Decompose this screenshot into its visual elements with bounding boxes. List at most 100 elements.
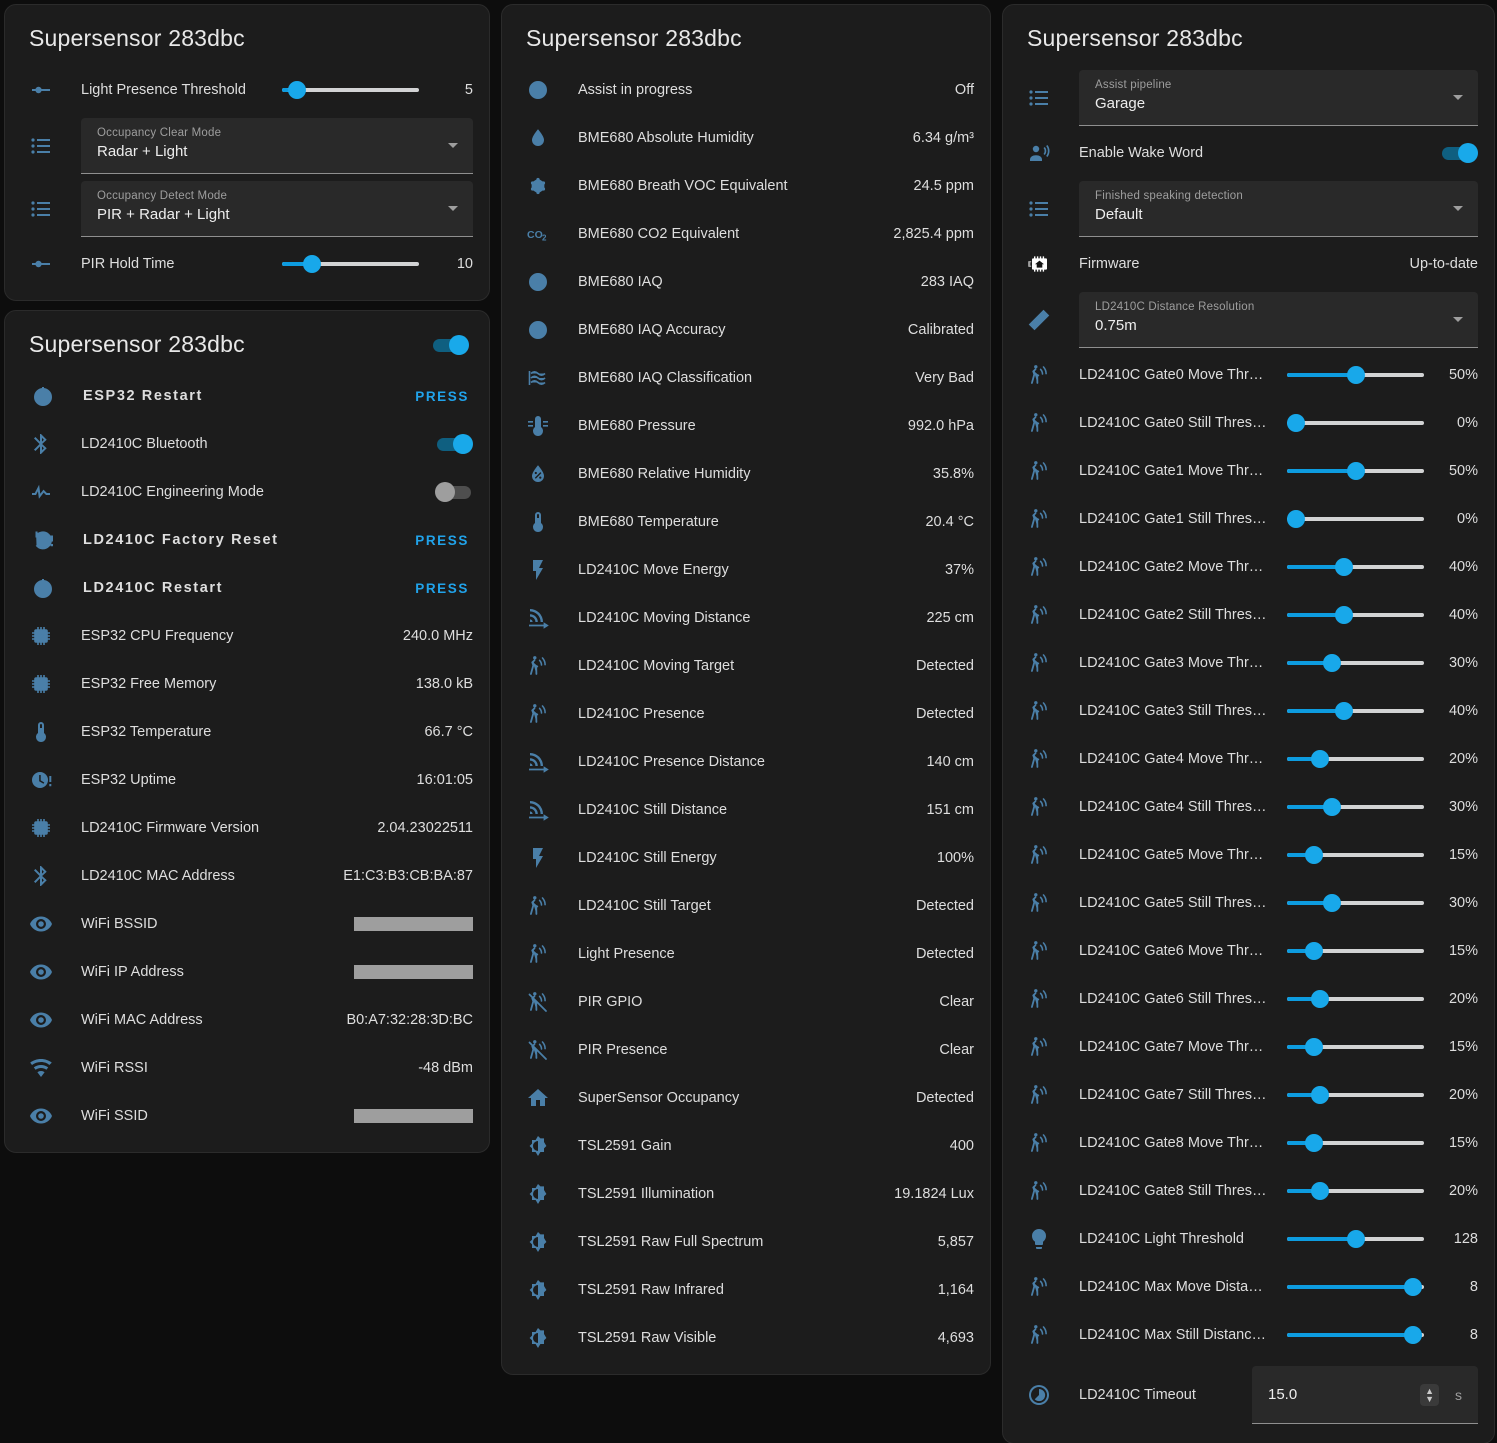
row-occupancy-clear-mode: Occupancy Clear ModeRadar + Light [21, 114, 473, 177]
slider-ld2410c-gate3-still-thres[interactable] [1287, 701, 1424, 721]
row-ld2410c-gate1-still-thres: LD2410C Gate1 Still Thres…0% [1019, 495, 1478, 543]
row-ld2410c-gate2-still-thres: LD2410C Gate2 Still Thres…40% [1019, 591, 1478, 639]
slider-thumb[interactable] [1404, 1326, 1422, 1344]
slider-ld2410c-gate7-still-thres[interactable] [1287, 1085, 1424, 1105]
slider-ld2410c-max-still-distanc[interactable] [1287, 1325, 1424, 1345]
row-label: WiFi IP Address [81, 964, 354, 980]
slider-ld2410c-gate7-move-thr[interactable] [1287, 1037, 1424, 1057]
number-input-ld2410c-timeout[interactable]: 15.0▲▼s [1252, 1366, 1478, 1424]
slider-ld2410c-gate4-still-thres[interactable] [1287, 797, 1424, 817]
row-label: LD2410C Moving Distance [578, 610, 916, 626]
select-occupancy-clear-mode[interactable]: Occupancy Clear ModeRadar + Light [81, 118, 473, 174]
select-ld2410c-distance-resolution[interactable]: LD2410C Distance Resolution0.75m [1079, 292, 1478, 348]
stepper-icon[interactable]: ▲▼ [1420, 1384, 1439, 1406]
press-button[interactable]: PRESS [413, 533, 471, 548]
select-finished-speaking-detection[interactable]: Finished speaking detectionDefault [1079, 181, 1478, 237]
row-value: 283 IAQ [911, 274, 974, 290]
toggle-ld2410c-bluetooth[interactable] [435, 433, 473, 455]
select-assist-pipeline[interactable]: Assist pipelineGarage [1079, 70, 1478, 126]
row-label: BME680 CO2 Equivalent [578, 226, 883, 242]
slider-ld2410c-gate1-move-thr[interactable] [1287, 461, 1424, 481]
slider-thumb[interactable] [1287, 510, 1305, 528]
select-occupancy-detect-mode[interactable]: Occupancy Detect ModePIR + Radar + Light [81, 181, 473, 237]
slider-value: 15% [1424, 847, 1478, 863]
row-label: TSL2591 Gain [578, 1138, 940, 1154]
slider-thumb[interactable] [288, 81, 306, 99]
row-label: ESP32 Uptime [81, 772, 407, 788]
card-title: Supersensor 283dbc [1027, 25, 1243, 52]
slider-ld2410c-gate1-still-thres[interactable] [1287, 509, 1424, 529]
slider-thumb[interactable] [1347, 462, 1365, 480]
slider-thumb[interactable] [1311, 1182, 1329, 1200]
slider-thumb[interactable] [1305, 942, 1323, 960]
row-ld2410c-gate8-move-thr: LD2410C Gate8 Move Thr…15% [1019, 1119, 1478, 1167]
slider-pir-hold-time[interactable] [282, 254, 419, 274]
slider-light-presence-threshold[interactable] [282, 80, 419, 100]
thermometer-icon [526, 510, 550, 534]
toggle-enable-wake-word[interactable] [1440, 142, 1478, 164]
row-ld2410c-gate7-still-thres: LD2410C Gate7 Still Thres…20% [1019, 1071, 1478, 1119]
slider-ld2410c-gate4-move-thr[interactable] [1287, 749, 1424, 769]
slider-value: 15% [1424, 1135, 1478, 1151]
slider-value: 20% [1424, 751, 1478, 767]
slider-thumb[interactable] [1347, 1230, 1365, 1248]
row-label: LD2410C Gate7 Still Thres… [1079, 1087, 1275, 1103]
slider-ld2410c-light-threshold[interactable] [1287, 1229, 1424, 1249]
device-enabled-toggle[interactable] [431, 334, 469, 356]
redacted-value [354, 965, 473, 979]
slider-thumb[interactable] [1287, 414, 1305, 432]
slider-value: 128 [1424, 1231, 1478, 1247]
brightness-icon [526, 1278, 550, 1302]
slider-thumb[interactable] [303, 255, 321, 273]
bluetooth-icon [29, 432, 53, 456]
row-label: LD2410C Presence Distance [578, 754, 916, 770]
slider-ld2410c-gate8-still-thres[interactable] [1287, 1181, 1424, 1201]
slider-ld2410c-max-move-dista[interactable] [1287, 1277, 1424, 1297]
row-label: ESP32 Restart [83, 388, 413, 404]
select-label: Occupancy Clear Mode [97, 127, 437, 139]
select-value: Garage [1095, 95, 1442, 112]
slider-ld2410c-gate2-move-thr[interactable] [1287, 557, 1424, 577]
slider-thumb[interactable] [1335, 558, 1353, 576]
slider-thumb[interactable] [1311, 750, 1329, 768]
slider-thumb[interactable] [1347, 366, 1365, 384]
slider-ld2410c-gate2-still-thres[interactable] [1287, 605, 1424, 625]
row-ld2410c-max-still-distanc: LD2410C Max Still Distanc…8 [1019, 1311, 1478, 1359]
slider-ld2410c-gate0-still-thres[interactable] [1287, 413, 1424, 433]
motion-sensor-icon [1027, 459, 1051, 483]
row-label: LD2410C Presence [578, 706, 906, 722]
slider-ld2410c-gate5-still-thres[interactable] [1287, 893, 1424, 913]
row-tsl2591-gain: TSL2591 Gain400 [518, 1122, 974, 1170]
motion-sensor-icon [1027, 699, 1051, 723]
slider-thumb[interactable] [1335, 606, 1353, 624]
slider-thumb[interactable] [1323, 654, 1341, 672]
slider-thumb[interactable] [1323, 798, 1341, 816]
press-button[interactable]: PRESS [413, 389, 471, 404]
slider-ld2410c-gate0-move-thr[interactable] [1287, 365, 1424, 385]
press-button[interactable]: PRESS [413, 581, 471, 596]
signal-distance-icon [526, 750, 550, 774]
slider-ld2410c-gate5-move-thr[interactable] [1287, 845, 1424, 865]
slider-thumb[interactable] [1305, 846, 1323, 864]
slider-ld2410c-gate8-move-thr[interactable] [1287, 1133, 1424, 1153]
row-ld2410c-gate3-move-thr: LD2410C Gate3 Move Thr…30% [1019, 639, 1478, 687]
slider-fill [1287, 1285, 1421, 1289]
row-value: B0:A7:32:28:3D:BC [336, 1012, 473, 1028]
row-pir-presence: PIR PresenceClear [518, 1026, 974, 1074]
signal-distance-icon [526, 606, 550, 630]
slider-thumb[interactable] [1305, 1038, 1323, 1056]
toggle-ld2410c-engineering-mode[interactable] [435, 481, 473, 503]
row-value: Clear [929, 1042, 974, 1058]
slider-thumb[interactable] [1335, 702, 1353, 720]
slider-ld2410c-gate6-still-thres[interactable] [1287, 989, 1424, 1009]
slider-thumb[interactable] [1305, 1134, 1323, 1152]
slider-ld2410c-gate3-move-thr[interactable] [1287, 653, 1424, 673]
row-label: LD2410C Gate8 Still Thres… [1079, 1183, 1275, 1199]
slider-ld2410c-gate6-move-thr[interactable] [1287, 941, 1424, 961]
slider-thumb[interactable] [1404, 1278, 1422, 1296]
slider-thumb[interactable] [1311, 1086, 1329, 1104]
clock-alert-icon [29, 768, 53, 792]
slider-thumb[interactable] [1323, 894, 1341, 912]
slider-thumb[interactable] [1311, 990, 1329, 1008]
number-value[interactable]: 15.0 [1268, 1386, 1420, 1403]
